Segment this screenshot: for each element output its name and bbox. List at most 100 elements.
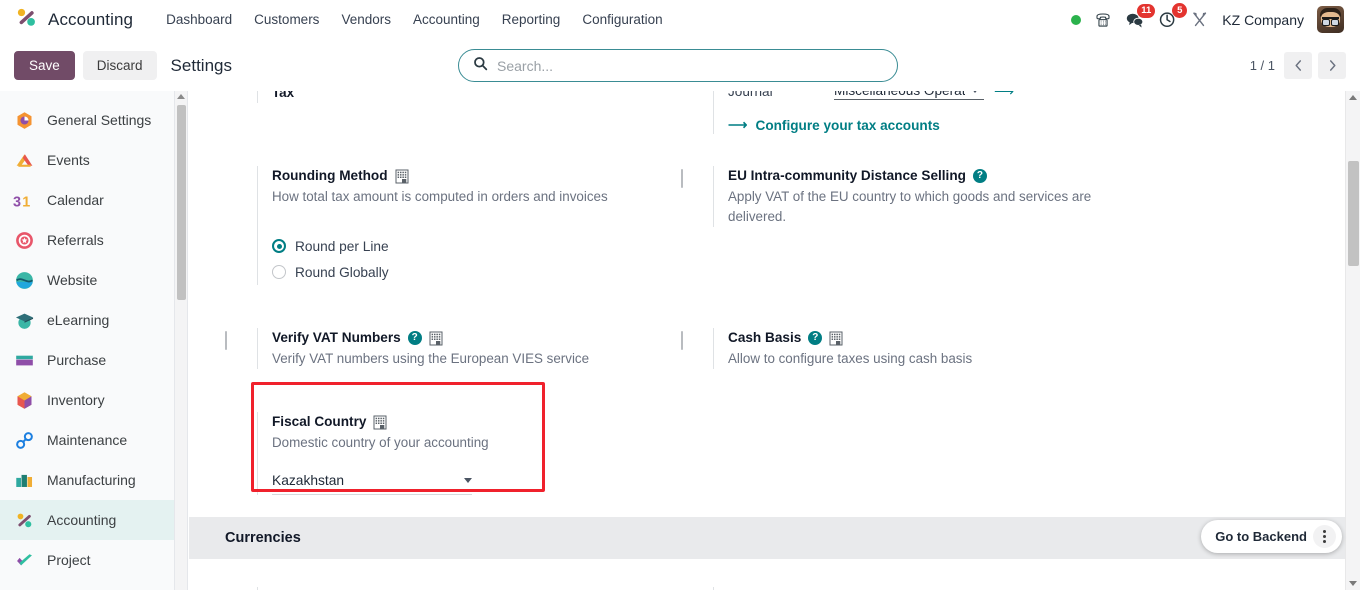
eu-distance-selling-label: EU Intra-community Distance Selling (728, 168, 966, 183)
dot (1323, 540, 1326, 543)
sidebar-item-label: Accounting (47, 512, 117, 528)
settings-sidebar[interactable]: General Settings Events 31 Calendar Refe… (0, 91, 175, 590)
discard-button[interactable]: Discard (82, 51, 157, 80)
configure-tax-accounts-link[interactable]: ⟶ Configure your tax accounts (728, 117, 940, 133)
building-icon[interactable] (395, 169, 409, 184)
events-icon (13, 149, 35, 171)
building-icon[interactable] (429, 331, 443, 346)
purchase-icon (13, 349, 35, 371)
rounding-method-options: Round per Line Round Globally (272, 233, 608, 285)
verify-vat-setting: Verify VAT Numbers ? Verify VAT numbers … (225, 328, 659, 369)
help-icon[interactable]: ? (407, 331, 422, 345)
sidebar-item-general-settings[interactable]: General Settings (0, 100, 174, 140)
go-to-backend-button[interactable]: Go to Backend (1215, 529, 1307, 544)
fiscal-country-dropdown[interactable]: Kazakhstan (272, 473, 472, 495)
cash-basis-label-row: Cash Basis ? (728, 328, 972, 348)
rounding-method-label-row: Rounding Method (272, 166, 608, 186)
menu-item-accounting[interactable]: Accounting (402, 7, 491, 32)
pager-next-button[interactable] (1318, 52, 1346, 79)
menu-item-vendors[interactable]: Vendors (330, 7, 402, 32)
help-icon[interactable]: ? (972, 169, 987, 183)
activities-badge: 5 (1172, 3, 1188, 18)
eu-distance-selling-checkbox[interactable] (681, 169, 683, 188)
messages-icon[interactable]: 11 (1125, 3, 1156, 29)
verify-vat-label: Verify VAT Numbers (272, 330, 401, 345)
menu-item-reporting[interactable]: Reporting (491, 7, 572, 32)
sidebar-item-maintenance[interactable]: Maintenance (0, 420, 174, 460)
main-menu: Dashboard Customers Vendors Accounting R… (155, 7, 674, 32)
sidebar-item-accounting[interactable]: Accounting (0, 500, 174, 540)
sidebar-item-referrals[interactable]: Referrals (0, 220, 174, 260)
configure-tax-accounts-label: Configure your tax accounts (755, 117, 940, 133)
sidebar-scrollbar[interactable] (175, 91, 188, 590)
pager-previous-button[interactable] (1284, 52, 1312, 79)
journal-internal-link-icon[interactable]: ⟶ (994, 91, 1014, 100)
verify-vat-checkbox-slot (225, 328, 257, 350)
building-icon[interactable] (829, 331, 843, 346)
project-icon (13, 549, 35, 571)
elearning-icon (13, 309, 35, 331)
sidebar-item-label: eLearning (47, 312, 110, 328)
phone-icon[interactable] (1094, 11, 1112, 29)
fiscal-country-label: Fiscal Country (272, 414, 367, 429)
save-button[interactable]: Save (14, 51, 75, 80)
avatar-glasses (1322, 17, 1339, 26)
sidebar-item-label: Purchase (47, 352, 107, 368)
sidebar-item-inventory[interactable]: Inventory (0, 380, 174, 420)
scroll-down-arrow-icon[interactable] (1349, 581, 1357, 586)
svg-text:3: 3 (13, 194, 21, 210)
page-title: Settings (170, 55, 232, 75)
sidebar-item-elearning[interactable]: eLearning (0, 300, 174, 340)
currencies-section-header: Currencies (189, 517, 1345, 559)
radio-round-globally[interactable]: Round Globally (272, 259, 608, 285)
cash-basis-checkbox-slot (681, 328, 713, 350)
verify-vat-checkbox[interactable] (225, 331, 227, 350)
cash-basis-checkbox[interactable] (681, 331, 683, 350)
radio-indicator[interactable] (272, 265, 286, 279)
journal-label: Journal (728, 91, 773, 99)
eu-distance-selling-label-row: EU Intra-community Distance Selling ? (728, 166, 1128, 186)
website-icon (13, 269, 35, 291)
rounding-method-label: Rounding Method (272, 168, 388, 183)
content-scrollbar[interactable] (1345, 91, 1360, 590)
scroll-up-arrow-icon[interactable] (1349, 95, 1357, 100)
sidebar-item-project[interactable]: Project (0, 540, 174, 580)
content-scroll-thumb[interactable] (1348, 161, 1359, 266)
sidebar-item-label: Referrals (47, 232, 104, 248)
brand[interactable]: Accounting (14, 5, 133, 35)
company-switcher[interactable]: KZ Company (1222, 12, 1304, 28)
svg-text:1: 1 (22, 194, 30, 210)
journal-dropdown[interactable]: Miscellaneous Operat (834, 91, 984, 100)
inventory-icon (13, 389, 35, 411)
brand-name: Accounting (48, 9, 134, 29)
sidebar-item-calendar[interactable]: 31 Calendar (0, 180, 174, 220)
sidebar-item-label: Inventory (47, 392, 105, 408)
more-vertical-icon[interactable] (1313, 525, 1336, 548)
fiscal-country-label-row: Fiscal Country (272, 412, 489, 432)
tools-icon[interactable] (1190, 10, 1209, 29)
building-icon[interactable] (373, 415, 387, 430)
avatar[interactable] (1317, 6, 1344, 33)
radio-indicator[interactable] (272, 239, 286, 253)
menu-item-configuration[interactable]: Configuration (571, 7, 673, 32)
scroll-up-arrow-icon[interactable] (177, 94, 185, 99)
menu-item-dashboard[interactable]: Dashboard (155, 7, 243, 32)
general-settings-icon (13, 109, 35, 131)
search-input[interactable]: Search... (458, 49, 898, 82)
dot (1323, 535, 1326, 538)
sidebar-item-events[interactable]: Events (0, 140, 174, 180)
sidebar-item-purchase[interactable]: Purchase (0, 340, 174, 380)
menu-item-customers[interactable]: Customers (243, 7, 330, 32)
maintenance-icon (13, 429, 35, 451)
radio-round-per-line[interactable]: Round per Line (272, 233, 608, 259)
sidebar-scroll-thumb[interactable] (177, 105, 186, 300)
help-icon[interactable]: ? (808, 331, 823, 345)
sidebar-item-manufacturing[interactable]: Manufacturing (0, 460, 174, 500)
activities-icon[interactable]: 5 (1158, 3, 1188, 29)
referrals-icon (13, 229, 35, 251)
radio-label: Round per Line (295, 238, 389, 254)
sidebar-item-website[interactable]: Website (0, 260, 174, 300)
